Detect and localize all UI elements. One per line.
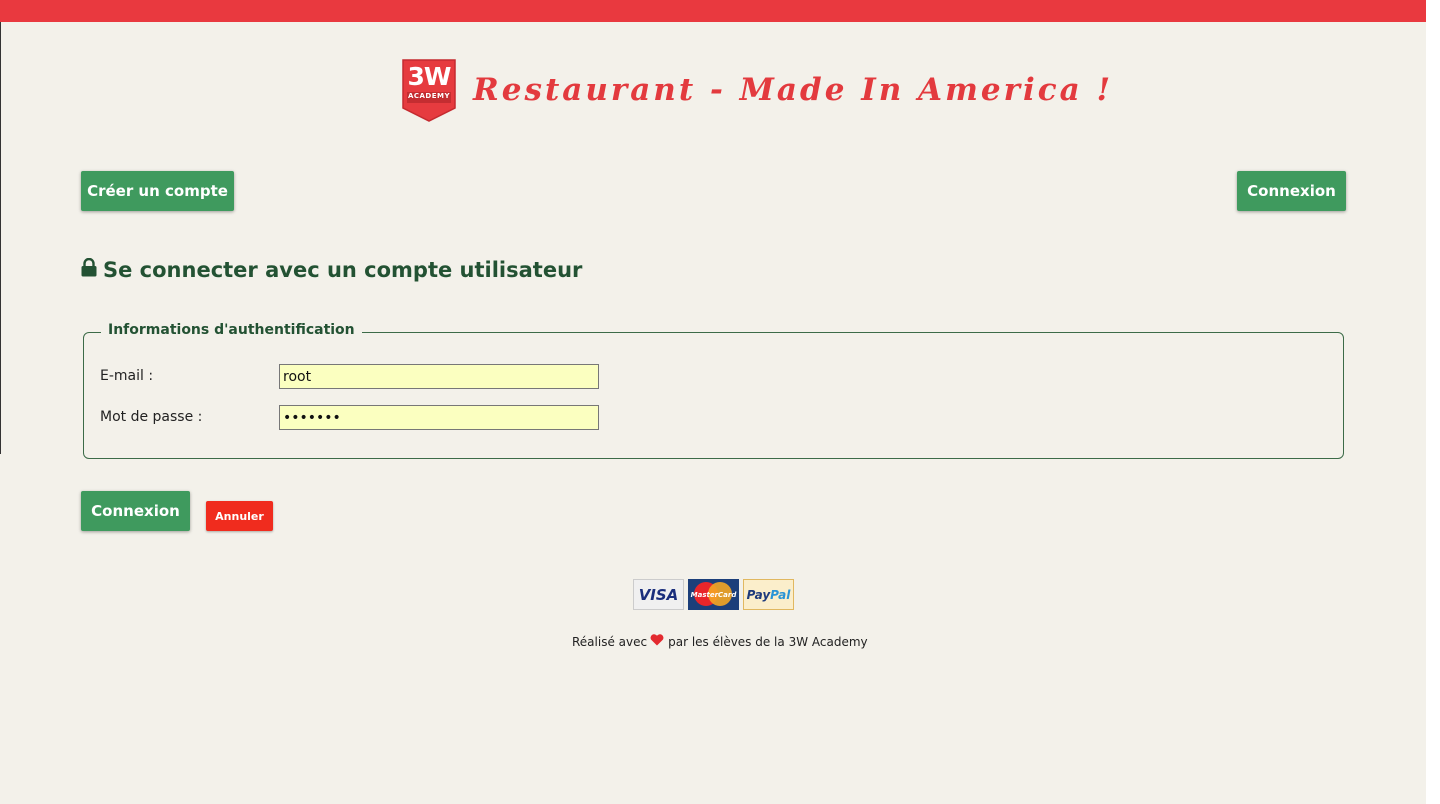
login-submit-button[interactable]: Connexion: [81, 491, 190, 531]
email-field[interactable]: [279, 364, 599, 389]
left-edge-line: [0, 22, 1, 454]
paypal-logo: Pay Pal: [743, 579, 794, 610]
paypal-text-pay: Pay: [746, 587, 771, 602]
login-nav-button[interactable]: Connexion: [1237, 171, 1346, 211]
create-account-button[interactable]: Créer un compte: [81, 171, 234, 211]
top-accent-bar: [0, 0, 1426, 22]
lock-icon: [81, 257, 97, 282]
auth-fieldset-legend: Informations d'authentification: [101, 322, 362, 338]
password-label: Mot de passe :: [100, 409, 203, 425]
cancel-button[interactable]: Annuler: [206, 501, 273, 531]
password-field[interactable]: [279, 405, 599, 430]
heart-icon: [650, 634, 664, 649]
footer-credit-after: par les élèves de la 3W Academy: [668, 634, 868, 649]
site-header: 3W ACADEMY Restaurant - Made In America …: [401, 58, 1113, 122]
mastercard-logo: MasterCard: [688, 579, 739, 610]
footer-credit-before: Réalisé avec: [572, 634, 648, 649]
paypal-text-pal: Pal: [770, 587, 791, 602]
academy-logo[interactable]: 3W ACADEMY: [401, 58, 457, 122]
logo-text-3w: 3W: [407, 62, 452, 91]
email-label: E-mail :: [100, 368, 154, 384]
logo-text-academy: ACADEMY: [407, 92, 451, 100]
site-title[interactable]: Restaurant - Made In America !: [473, 72, 1113, 108]
visa-logo: VISA: [633, 579, 684, 610]
page-title: Se connecter avec un compte utilisateur: [81, 257, 583, 282]
footer-credit: Réalisé avec par les élèves de la 3W Aca…: [572, 634, 868, 649]
scrollbar-track: [1426, 0, 1440, 804]
mastercard-text: MasterCard: [690, 590, 737, 599]
payment-methods: VISA MasterCard Pay Pal: [633, 579, 794, 610]
auth-fieldset: [83, 332, 1344, 459]
page-title-text: Se connecter avec un compte utilisateur: [103, 258, 583, 282]
